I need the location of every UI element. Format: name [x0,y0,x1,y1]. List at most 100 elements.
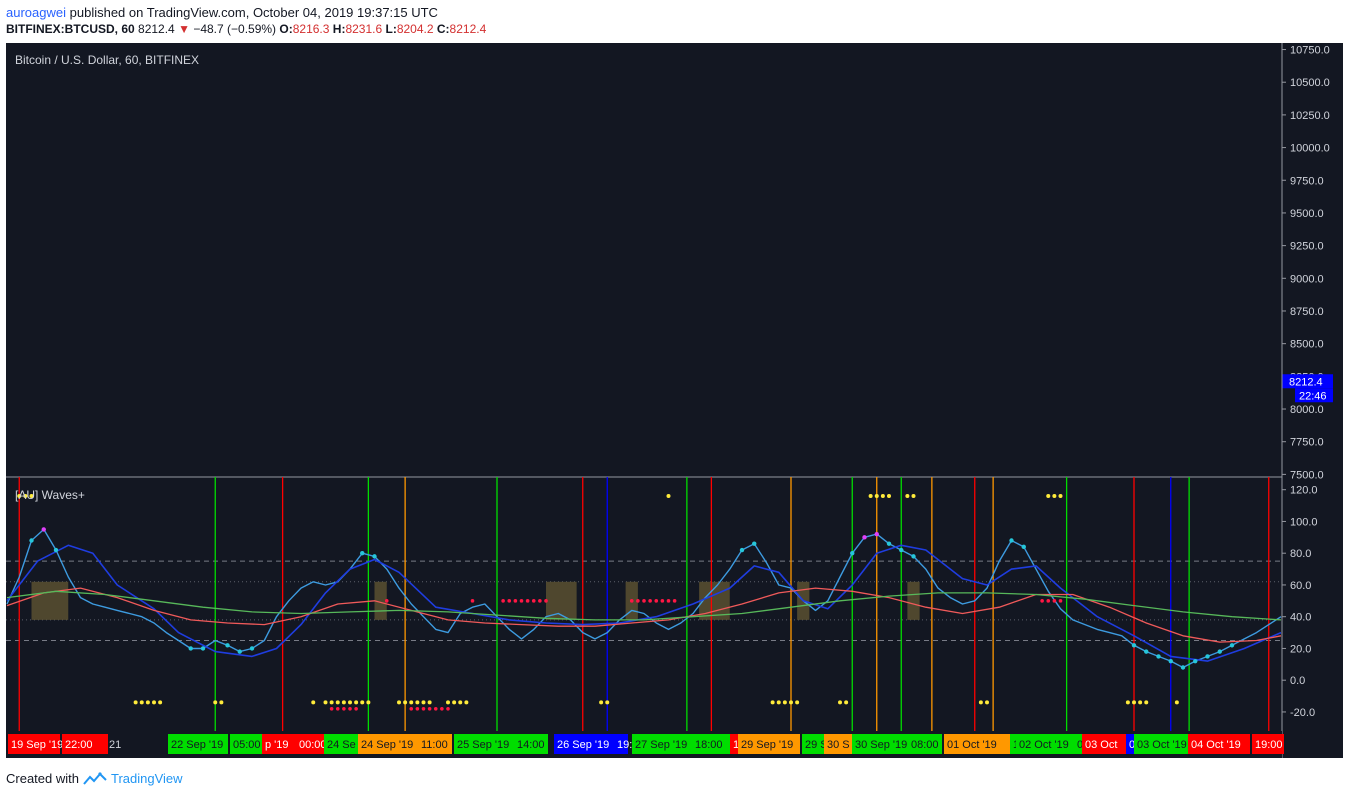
signal-dot [464,700,469,705]
signal-dot [1046,599,1051,603]
signal-dot [519,599,524,603]
signal-dot [507,599,512,603]
signal-dot [1040,599,1044,603]
signal-dot [397,700,401,705]
signal-dot [219,700,224,705]
price-tick-label: 8500.0 [1290,339,1324,351]
signal-dot [409,700,414,705]
price-tick-label: 10500.0 [1290,77,1330,89]
signal-dot [1052,599,1057,603]
signal-dot [654,599,659,603]
tradingview-brand[interactable]: TradingView [111,771,183,786]
signal-dot [862,535,867,540]
price-tick-label: 10750.0 [1290,45,1330,57]
time-label: 19: [617,739,632,751]
time-label: 22:00 [65,739,93,751]
time-axis[interactable]: 19 Sep '19 22:00 21 22 Sep '19 05:00 p '19 00:… [6,731,1284,758]
low-label: L: [385,22,397,36]
signal-dot [360,700,365,705]
signal-dot [415,700,420,705]
author-link[interactable]: auroagwei [6,5,66,20]
signal-dot [354,706,358,711]
signal-dot [311,700,316,705]
tradingview-logo-icon[interactable] [83,771,107,786]
signal-dot [501,599,505,603]
price-tick-label: 8750.0 [1290,306,1324,318]
signal-dot [335,706,340,711]
signal-dot [531,599,536,603]
signal-dot [911,554,916,559]
symbol-header: BITFINEX:BTCUSD, 60 8212.4 ▼ −48.7 (−0.5… [6,22,486,36]
signal-dot [188,646,193,651]
time-label: p '19 [265,739,289,751]
signal-dot [1058,494,1063,499]
signal-dot [525,599,530,603]
signal-dot [335,700,340,705]
signal-dot [844,700,849,705]
time-label: 11:00 [421,739,448,751]
time-label: 24 Sep '19 [361,739,413,751]
signal-dot [978,700,983,705]
time-label: 25 Sep '19 [457,739,509,751]
high-value: 8231.6 [345,22,383,36]
time-label: 03 Oct '19 [1137,739,1187,751]
signal-dot [421,706,426,711]
time-label: 26 Sep '19 [557,739,609,751]
signal-dot [225,643,230,648]
chart-canvas[interactable]: Bitcoin / U.S. Dollar, 60, BITFINEX 1075… [6,43,1343,758]
signal-dot [41,527,46,532]
publish-header: auroagwei published on TradingView.com, … [6,5,438,20]
price-tick-label: 10250.0 [1290,110,1330,122]
signal-dot [145,700,150,705]
published-text: published on TradingView.com, October 04… [69,5,438,20]
signal-dot [323,700,328,705]
time-label: 29 Sep '19 [741,739,793,751]
signal-dot [1174,700,1179,705]
signal-dot [660,599,665,603]
signal-dot [384,599,389,603]
signal-dot [886,541,892,546]
signal-dot [366,700,371,705]
zone-box [31,581,69,620]
open-label: O: [279,22,293,36]
osc-tick-label: 40.0 [1290,612,1311,624]
signal-dot [200,646,206,651]
zone-box [907,581,920,620]
signal-dot [237,649,242,654]
signal-dot [739,547,745,553]
signal-dot [470,599,475,603]
signal-dot [403,700,408,705]
signal-dot [789,700,793,705]
signal-dot [629,599,634,603]
signal-dot [776,700,781,705]
symbol-label: BITFINEX:BTCUSD, 60 [6,22,135,36]
time-label: 00:00 [299,739,327,751]
signal-dot [666,494,671,499]
down-triangle-icon: ▼ [178,22,190,36]
signal-dot [1138,700,1143,705]
time-label: 24 Se [327,739,356,751]
signal-dot [911,494,916,499]
signal-dot [1125,700,1130,705]
time-label: 01 Oct '19 [947,739,997,751]
signal-dot [360,551,365,556]
osc-tick-label: 0.0 [1290,675,1305,687]
signal-dot [341,700,346,705]
price-tick-label: 8000.0 [1290,404,1324,416]
signal-dot [752,541,757,546]
osc-tick-label: 120.0 [1290,485,1318,497]
price-tick-label: 9000.0 [1290,273,1324,285]
signal-dot [642,599,646,603]
signal-dot [348,700,352,705]
signal-dot [415,706,420,711]
time-label: 19 Sep '19 [11,739,63,751]
signal-dot [880,494,885,499]
osc-tick-label: 20.0 [1290,643,1311,655]
time-label: 21 [109,739,121,751]
signal-dot [874,531,879,537]
signal-dot [342,706,346,711]
time-label: 05:00 [233,739,261,751]
signal-dot [985,700,989,705]
price-tick-label: 10000.0 [1290,143,1330,155]
signal-dot [1021,544,1026,550]
